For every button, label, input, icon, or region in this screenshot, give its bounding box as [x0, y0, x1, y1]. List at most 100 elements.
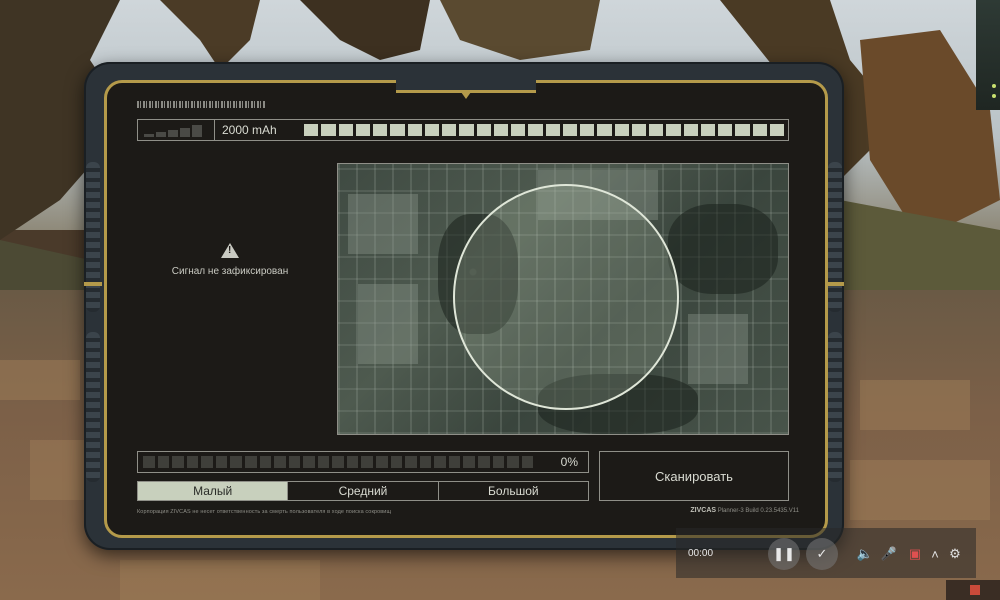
frame-accent: [84, 282, 102, 286]
scan-progress-bar: 0%: [137, 451, 589, 473]
recording-time: 00:00: [688, 548, 714, 559]
scan-button[interactable]: Сканировать: [599, 451, 789, 501]
battery-cell: [649, 124, 664, 136]
progress-cell: [215, 456, 228, 468]
battery-cell: [321, 124, 336, 136]
scan-size-selector: Малый Средний Большой: [137, 481, 589, 501]
size-option-medium[interactable]: Средний: [288, 482, 439, 500]
left-grip: [86, 332, 100, 482]
battery-cell: [735, 124, 750, 136]
progress-cell: [463, 456, 475, 468]
battery-cell: [304, 124, 319, 136]
battery-cell: [476, 124, 491, 136]
minimap-marker: [992, 94, 996, 98]
ground-patch: [120, 560, 320, 600]
battery-cell: [511, 124, 526, 136]
battery-cell: [597, 124, 612, 136]
battery-cell: [459, 124, 474, 136]
check-icon: ✓: [816, 546, 828, 561]
chevron-up-icon[interactable]: ˄: [926, 545, 944, 563]
battery-cell: [442, 124, 457, 136]
battery-cells: [304, 124, 784, 136]
scan-radius-circle: [453, 184, 679, 410]
volume-icon[interactable]: 🔈: [856, 545, 874, 563]
battery-cell: [373, 124, 388, 136]
battery-cell: [493, 124, 508, 136]
progress-cell: [201, 456, 213, 468]
left-grip: [86, 162, 100, 312]
ground-patch: [850, 460, 990, 520]
battery-cell: [769, 124, 784, 136]
footer-build: Planner-3 Build 0.23.5435.V11: [717, 508, 799, 514]
progress-cell: [492, 456, 505, 468]
footer-build-info: ZIVCAS Planner-3 Build 0.23.5435.V11: [690, 507, 799, 514]
ground-patch: [30, 440, 90, 500]
satellite-map: [337, 163, 789, 435]
status-corner: [946, 580, 1000, 600]
frame-notch: [396, 80, 536, 99]
map-building: [688, 314, 748, 384]
map-building: [358, 284, 418, 364]
right-grip: [828, 162, 842, 312]
gear-icon[interactable]: ⚙: [946, 545, 964, 563]
notch-arrow-icon: [461, 92, 471, 99]
progress-cell: [274, 456, 286, 468]
battery-cell: [355, 124, 370, 136]
alert-text: Сигнал не зафиксирован: [171, 266, 289, 277]
progress-cell: [230, 456, 242, 468]
progress-cell: [186, 456, 199, 468]
camera-off-icon[interactable]: ▣: [906, 545, 924, 563]
metal-detector-device: 2000 mAh Сигнал не зафиксирован 0% Скани…: [84, 62, 844, 550]
minimap-edge: [976, 0, 1000, 110]
mic-muted-icon[interactable]: 🎤: [880, 545, 898, 563]
battery-cell: [580, 124, 595, 136]
frame-accent: [826, 282, 844, 286]
progress-cell: [157, 456, 170, 468]
progress-cell: [346, 456, 359, 468]
progress-cell: [303, 456, 315, 468]
progress-cell: [521, 456, 534, 468]
right-grip: [828, 332, 842, 482]
pause-icon: ❚❚: [773, 546, 795, 561]
battery-bar: 2000 mAh: [137, 119, 789, 141]
progress-cell: [143, 456, 155, 468]
signal-strength-icon: [144, 124, 208, 137]
progress-cell: [332, 456, 344, 468]
finish-button[interactable]: ✓: [806, 538, 838, 570]
battery-cell: [424, 124, 439, 136]
battery-cell: [338, 124, 353, 136]
progress-cell: [361, 456, 373, 468]
barcode: [137, 101, 265, 108]
health-indicator: [970, 585, 980, 595]
progress-cell: [259, 456, 272, 468]
battery-cell: [718, 124, 733, 136]
progress-cell: [390, 456, 403, 468]
battery-cell: [407, 124, 422, 136]
pause-button[interactable]: ❚❚: [768, 538, 800, 570]
progress-cell: [434, 456, 446, 468]
progress-cell: [172, 456, 184, 468]
battery-cell: [528, 124, 543, 136]
progress-cell: [244, 456, 257, 468]
battery-cell: [545, 124, 560, 136]
battery-cell: [562, 124, 577, 136]
size-option-small[interactable]: Малый: [138, 482, 289, 500]
minimap-marker: [992, 84, 996, 88]
battery-cell: [666, 124, 681, 136]
ground-patch: [860, 380, 970, 430]
progress-cell: [317, 456, 330, 468]
footer-brand: ZIVCAS: [690, 507, 717, 514]
warning-icon: [221, 243, 239, 258]
screen-frame: 2000 mAh Сигнал не зафиксирован 0% Скани…: [104, 80, 828, 538]
size-option-large[interactable]: Большой: [439, 482, 588, 500]
progress-cell: [477, 456, 490, 468]
map-forest: [668, 204, 778, 294]
progress-cell: [448, 456, 461, 468]
progress-cells: [143, 456, 534, 468]
divider: [214, 120, 215, 140]
battery-cell: [390, 124, 405, 136]
footer-disclaimer: Корпорация ZIVCAS не несет ответственнос…: [137, 509, 392, 515]
progress-cell: [507, 456, 519, 468]
battery-cell: [752, 124, 767, 136]
progress-percent: 0%: [560, 455, 578, 469]
